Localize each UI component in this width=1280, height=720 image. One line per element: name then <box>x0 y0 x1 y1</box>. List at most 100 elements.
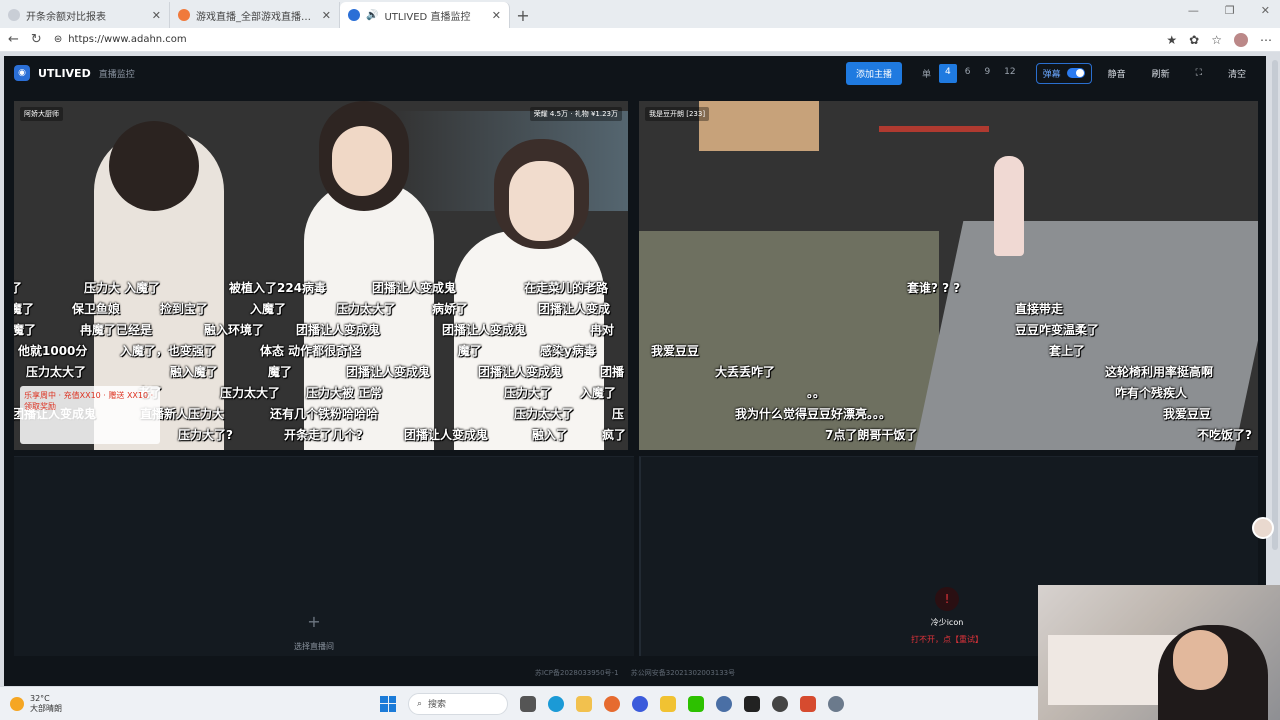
close-window-icon[interactable]: ✕ <box>1261 4 1270 17</box>
danmu-comment: 开条走了几个? <box>284 428 363 442</box>
danmu-comment: 冉对 <box>590 323 615 337</box>
danmu-comment: 团播让人变成 <box>538 302 611 316</box>
profile-avatar[interactable] <box>1234 32 1248 47</box>
select-room-placeholder[interactable]: + 选择直播间 <box>294 612 334 652</box>
danmu-comment: 我爱豆豆 <box>1163 407 1212 421</box>
danmu-comment: 团播让人变成鬼 <box>442 323 527 337</box>
brand-subtitle: 直播监控 <box>98 69 135 80</box>
fullscreen-icon[interactable]: ⛶ <box>1186 65 1212 81</box>
layout-option[interactable]: 12 <box>998 64 1021 83</box>
app-logo-icon: ◉ <box>14 65 30 81</box>
stream-error: ! 冷少icon 打不开，点【重试】 <box>911 587 983 645</box>
add-streamer-button[interactable]: 添加主播 <box>845 61 902 85</box>
new-tab-button[interactable]: + <box>510 2 536 28</box>
layout-option[interactable]: 9 <box>978 64 996 83</box>
refresh-button[interactable]: 刷新 <box>1142 64 1180 83</box>
minimize-icon[interactable]: — <box>1188 4 1199 17</box>
danmu-comment: 不吃饭了? <box>1197 428 1252 442</box>
danmu-comment: 我爱豆豆 <box>651 344 700 358</box>
firefox-icon[interactable] <box>604 695 620 712</box>
app-icon[interactable] <box>772 695 788 712</box>
danmu-comment: 豆豆咋变温柔了 <box>1015 323 1100 337</box>
settings-icon[interactable] <box>828 695 844 712</box>
browser-app-icon[interactable] <box>632 695 648 712</box>
app-icon[interactable] <box>800 695 816 712</box>
person-shape <box>994 156 1024 256</box>
danmu-comment: 套上了 <box>1049 344 1086 358</box>
bookmark-star-icon[interactable]: ★ <box>1166 33 1177 47</box>
mute-button[interactable]: 静音 <box>1098 64 1136 83</box>
danmu-comment: 入魔了，也变强了 <box>120 344 217 358</box>
danmu-comment: 团播让人变成鬼 <box>478 365 563 379</box>
windows-start-icon[interactable] <box>380 695 396 712</box>
danmu-switch[interactable] <box>1066 68 1085 78</box>
site-info-icon[interactable]: ⊜ <box>54 34 62 45</box>
tab-audio-icon[interactable]: 🔊 <box>366 10 378 21</box>
taskbar-apps: ⌕ 搜索 <box>380 692 844 715</box>
danmu-comment: 团播让人变成鬼 <box>404 428 489 442</box>
more-menu-icon[interactable]: ⋯ <box>1260 33 1272 47</box>
restore-icon[interactable]: ❐ <box>1225 4 1235 17</box>
brand-name: UTLIVED <box>38 66 91 80</box>
tab-close-icon[interactable]: ✕ <box>322 9 331 22</box>
stream-stats: 荣耀 4.5万 · 礼物 ¥1.23万 <box>529 107 622 121</box>
danmu-comment: 压力大被 正常 <box>306 386 383 400</box>
tab-favicon-icon <box>348 9 360 21</box>
retry-link[interactable]: 打不开，点【重试】 <box>911 634 983 645</box>
danmu-comment: 团播让人变成鬼 <box>372 281 457 295</box>
app-icon[interactable] <box>716 695 732 712</box>
tab-close-icon[interactable]: ✕ <box>492 9 501 22</box>
browser-tab-active[interactable]: 🔊 UTLIVED 直播监控 ✕ <box>340 2 510 28</box>
stream-player-1[interactable]: 阿娇大厨师 荣耀 4.5万 · 礼物 ¥1.23万 了 压力大 入魔了 被植入了22… <box>14 101 628 450</box>
danmu-comment: 入魔了 <box>250 302 287 316</box>
danmu-comment: 压力太大了 <box>26 365 87 379</box>
weather-widget[interactable]: 32°C 大部晴朗 <box>10 694 62 714</box>
layout-option-selected[interactable]: 4 <box>938 63 957 83</box>
danmu-comment: 7点了朗哥干饭了 <box>825 428 918 442</box>
wechat-icon[interactable] <box>688 695 704 712</box>
danmu-comment: 还有几个铁粉哈哈哈 <box>270 407 379 421</box>
browser-tab[interactable]: 游戏直播_全部游戏直播_斗鱼直播 ✕ <box>170 2 340 28</box>
danmu-comment: 疯了 <box>602 428 627 442</box>
danmu-comment: 压力太大了 <box>220 386 281 400</box>
clear-button[interactable]: 清空 <box>1218 64 1256 83</box>
person-face-shape <box>509 161 574 241</box>
empty-stream-slot[interactable]: + 选择直播间 <box>14 456 634 656</box>
danmu-comment: 压力太大了 <box>336 302 397 316</box>
app-icon[interactable] <box>660 695 676 712</box>
reload-icon[interactable]: ↻ <box>31 32 42 47</box>
tab-close-icon[interactable]: ✕ <box>152 9 161 22</box>
weather-desc: 大部晴朗 <box>30 703 62 713</box>
page-scrollbar[interactable] <box>1272 60 1278 550</box>
danmu-toggle[interactable]: 弹幕 <box>1035 62 1092 84</box>
layout-option[interactable]: 单 <box>916 64 937 83</box>
app-icon[interactable] <box>744 695 760 712</box>
folder-icon[interactable] <box>576 695 592 712</box>
alert-icon: ! <box>935 587 959 611</box>
danmu-comment: 直接带走 <box>1015 302 1064 316</box>
browser-tab[interactable]: 开条余额对比报表 ✕ <box>0 2 170 28</box>
police-link[interactable]: 苏公网安备32021302003133号 <box>631 669 735 677</box>
danmu-comment: 魔了 <box>458 344 483 358</box>
promo-banner: 乐享周中 · 充值XX10 · 赠送 XX10 · 领取奖励 <box>20 386 160 444</box>
icp-link[interactable]: 苏ICP备2028033950号-1 <box>535 669 619 677</box>
address-bar: ← ↻ ⊜ https://www.adahn.com ★ ✿ ☆ ⋯ <box>0 28 1280 52</box>
favorites-icon[interactable]: ☆ <box>1211 33 1222 47</box>
edge-icon[interactable] <box>548 695 564 712</box>
back-icon[interactable]: ← <box>8 32 19 47</box>
tab-title: 游戏直播_全部游戏直播_斗鱼直播 <box>196 11 316 23</box>
person-face-shape <box>332 126 392 196</box>
taskbar-search[interactable]: ⌕ 搜索 <box>408 692 508 715</box>
stream-player-2[interactable]: 我是豆开朗 [233] 套谁? ? ? 直接带走 豆豆咋变温柔了 我爱豆豆 套上了 大丢丢… <box>639 101 1258 450</box>
app-header: ◉ UTLIVED 直播监控 添加主播 单 4 6 9 12 弹幕 静音 刷新 … <box>4 56 1266 90</box>
danmu-comment: 团播让人变成鬼 <box>296 323 381 337</box>
extension-icon[interactable]: ✿ <box>1189 33 1199 47</box>
stream-grid: 阿娇大厨师 荣耀 4.5万 · 礼物 ¥1.23万 了 压力大 入魔了 被植入了22… <box>14 101 1258 656</box>
taskview-icon[interactable] <box>520 695 536 712</box>
url-field[interactable]: ⊜ https://www.adahn.com <box>54 30 1155 50</box>
toolbar: 添加主播 单 4 6 9 12 弹幕 静音 刷新 ⛶ 清空 <box>845 61 1256 85</box>
webcam-overlay <box>1038 585 1280 720</box>
layout-option[interactable]: 6 <box>959 64 977 83</box>
danmu-comment: 团播让人变成鬼 <box>346 365 431 379</box>
floating-avatar[interactable] <box>1252 517 1274 539</box>
